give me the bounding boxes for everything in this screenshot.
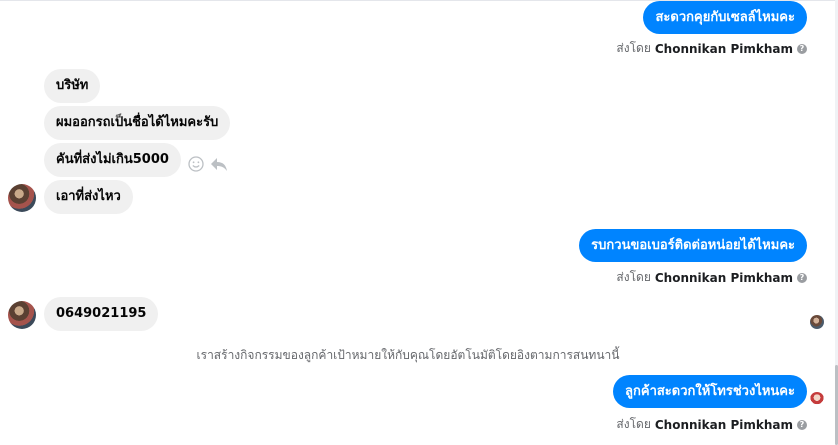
contact-avatar[interactable] xyxy=(8,301,36,329)
system-note: เราสร้างกิจกรรมของลูกค้าเป้าหมายให้กับคุ… xyxy=(196,348,620,362)
reply-icon[interactable] xyxy=(210,156,228,176)
message-actions xyxy=(188,156,228,176)
outgoing-message[interactable]: ลูกค้าสะดวกให้โทรช่วงไหนคะ xyxy=(613,375,807,408)
sent-by-line: ส่งโดย Chonnikan Pimkham ? xyxy=(616,415,807,434)
info-icon[interactable]: ? xyxy=(797,272,807,283)
incoming-message[interactable]: เอาที่ส่งไหว xyxy=(44,180,133,214)
outgoing-message[interactable]: รบกวนขอเบอร์ติดต่อหน่อยได้ไหมคะ xyxy=(579,229,807,262)
sent-by-prefix: ส่งโดย xyxy=(616,41,651,55)
sender-name[interactable]: Chonnikan Pimkham xyxy=(655,42,793,56)
sender-name[interactable]: Chonnikan Pimkham xyxy=(655,418,793,432)
sent-by-prefix: ส่งโดย xyxy=(616,417,651,431)
sender-name[interactable]: Chonnikan Pimkham xyxy=(655,271,793,285)
seen-avatar xyxy=(810,392,824,406)
sent-by-line: ส่งโดย Chonnikan Pimkham ? xyxy=(616,39,807,58)
info-icon[interactable]: ? xyxy=(797,43,807,54)
incoming-message[interactable]: บริษัท xyxy=(44,69,101,103)
incoming-message[interactable]: คันที่ส่งไม่เกิน5000 xyxy=(44,143,181,177)
info-icon[interactable]: ? xyxy=(797,419,807,430)
outgoing-message[interactable]: สะดวกคุยกับเซลล์ไหมคะ xyxy=(643,1,807,34)
contact-avatar[interactable] xyxy=(8,184,36,212)
sent-by-line: ส่งโดย Chonnikan Pimkham ? xyxy=(616,268,807,287)
seen-avatar xyxy=(810,315,824,329)
incoming-message[interactable]: ผมออกรถเป็นชื่อได้ไหมคะรับ xyxy=(44,106,231,140)
smiley-icon[interactable] xyxy=(188,156,204,176)
incoming-message[interactable]: 0649021195 xyxy=(44,297,159,331)
sent-by-prefix: ส่งโดย xyxy=(616,270,651,284)
